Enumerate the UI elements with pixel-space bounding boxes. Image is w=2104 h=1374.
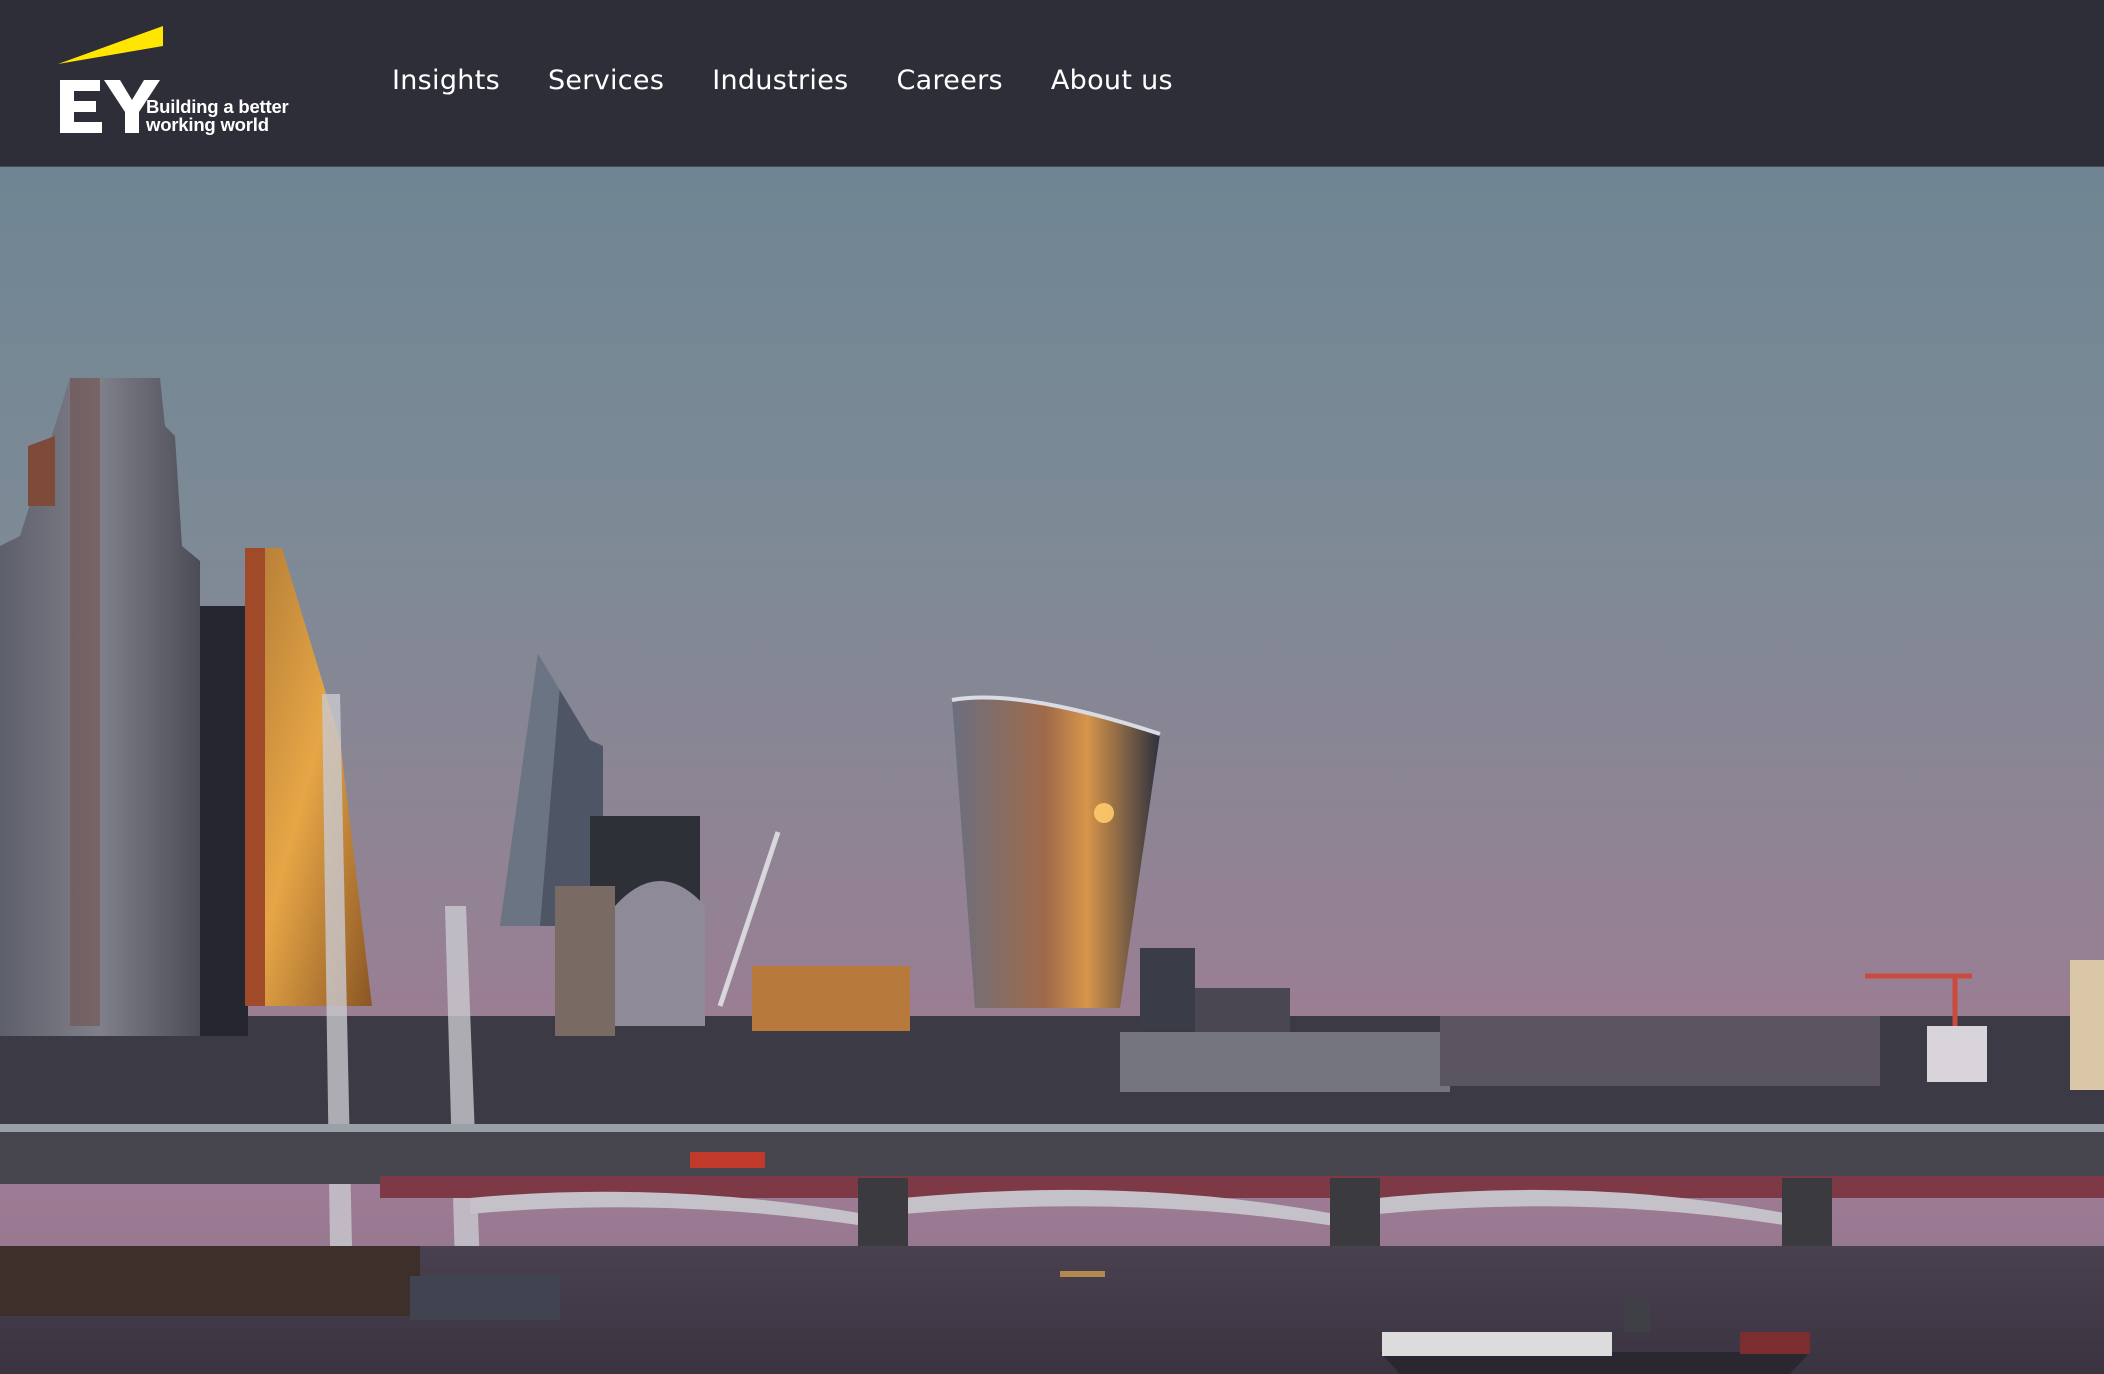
red-bus: [690, 1152, 765, 1168]
hero-image: [0, 166, 2104, 1374]
logo-letter-e: [60, 80, 102, 133]
logo-tagline-line2: working world: [146, 114, 269, 135]
embankment-left: [0, 1246, 420, 1316]
ey-logo[interactable]: Building a better working world: [58, 24, 298, 136]
block-3: [1140, 948, 1195, 1028]
building-row-right: [1440, 1016, 1880, 1086]
boat-cabin: [1382, 1332, 1612, 1356]
tower-dark: [200, 606, 248, 1036]
nav-item-careers[interactable]: Careers: [872, 58, 1026, 104]
pier-barge: [410, 1276, 560, 1320]
block-white-right: [1927, 1026, 1987, 1082]
block-2: [555, 886, 615, 1036]
main-nav: Insights Services Industries Careers Abo…: [368, 58, 1197, 104]
nav-item-industries[interactable]: Industries: [688, 58, 872, 104]
water-reflection: [1060, 1271, 1105, 1277]
railway-bridge-deck: [0, 1124, 2104, 1184]
site-header: Building a better working world Insights…: [0, 0, 2104, 167]
building-dome: [615, 881, 705, 1026]
railway-bridge-roof: [0, 1124, 2104, 1132]
block-4: [1195, 988, 1290, 1033]
london-skyline-illustration: [0, 166, 2104, 1374]
tower-canary-wharf: [2070, 960, 2104, 1090]
tower-22-bishopsgate-shade: [70, 378, 100, 1026]
nav-item-services[interactable]: Services: [524, 58, 688, 104]
sun-reflection: [1094, 803, 1114, 823]
nav-item-about-us[interactable]: About us: [1027, 58, 1197, 104]
logo-tagline: Building a better working world: [146, 97, 306, 135]
page: Building a better working world Insights…: [0, 0, 2104, 1374]
boat-stern: [1740, 1332, 1810, 1354]
tower-cheesegrater-edge: [245, 548, 265, 1006]
building-gold-low: [752, 966, 910, 1031]
logo-beam: [58, 26, 163, 64]
nav-item-insights[interactable]: Insights: [368, 58, 524, 104]
tower-red-panel: [28, 436, 55, 506]
boat-funnel: [1624, 1298, 1650, 1332]
long-building: [1120, 1032, 1450, 1092]
